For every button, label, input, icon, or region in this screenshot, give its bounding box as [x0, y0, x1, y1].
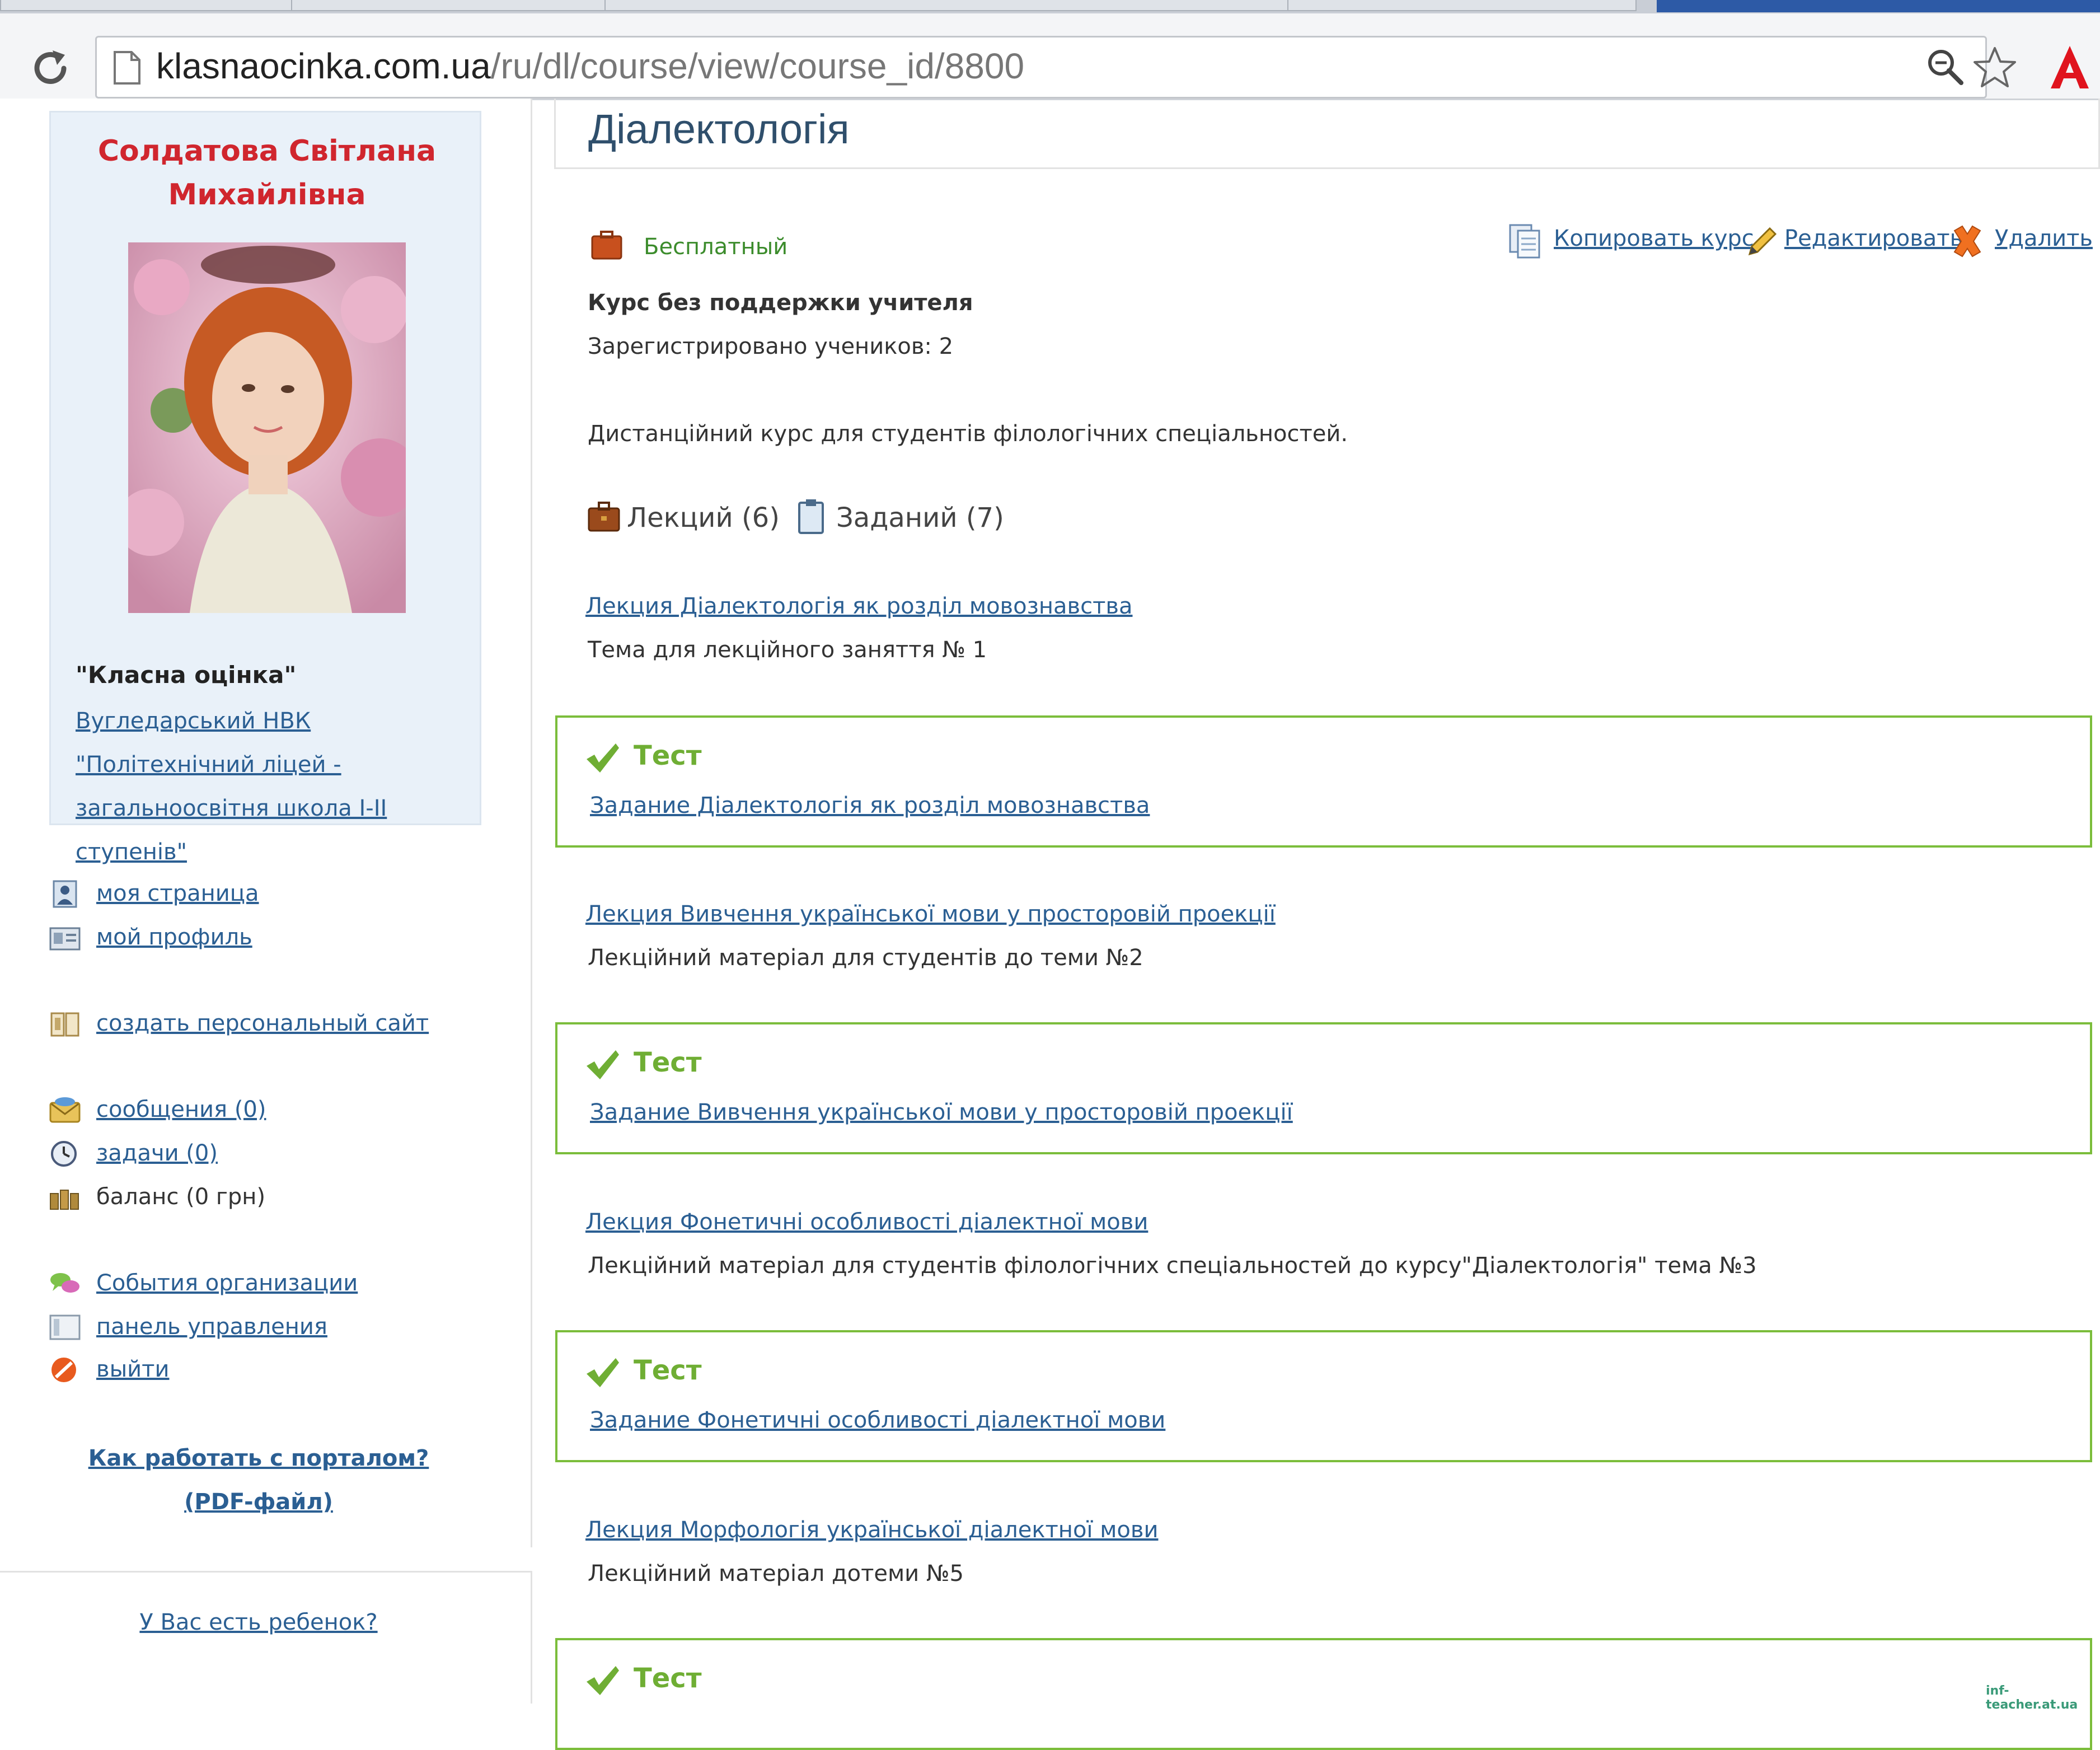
teacher-name-line2: Михайлівна — [168, 178, 366, 212]
browser-tab[interactable] — [291, 0, 607, 11]
menu-label-balance: баланс (0 грн) — [96, 1184, 266, 1210]
chat-bubbles-icon — [50, 1273, 79, 1293]
tab-strip — [0, 0, 2100, 13]
menu-label-tasks: задачи (0) — [96, 1140, 218, 1166]
lecture-link[interactable]: Лекция Вивчення української мови у прост… — [585, 901, 1276, 927]
test-card: Тест Задание Вивчення української мови у… — [555, 1022, 2092, 1154]
checkmark-icon — [587, 743, 619, 773]
pencil-icon — [1748, 227, 1777, 256]
browser-tab[interactable] — [1287, 0, 1637, 11]
browser-tab[interactable] — [0, 0, 293, 11]
profile-card-icon — [49, 927, 81, 951]
checkmark-icon — [587, 1666, 619, 1695]
delete-course-label: Удалить — [1995, 226, 2093, 251]
menu-label-org-events: События организации — [96, 1270, 358, 1296]
edit-course-label: Редактировать — [1784, 226, 1963, 251]
sidebar: Солдатова Світлана Михайлівна "Класна оц… — [0, 99, 532, 1547]
task-link[interactable]: Задание Фонетичні особливості діалектної… — [590, 1407, 1165, 1433]
zoom-out-icon[interactable] — [1925, 47, 1965, 86]
envelope-icon — [49, 1097, 81, 1123]
acrobat-extension-icon[interactable] — [2047, 44, 2092, 91]
checkmark-icon — [587, 1358, 619, 1387]
bookmark-star-icon[interactable] — [1972, 45, 2017, 90]
menu-label-my-profile: мой профиль — [96, 924, 252, 950]
browser-tab[interactable] — [604, 0, 1290, 11]
reload-icon[interactable] — [28, 46, 73, 91]
tasks-count-label: Заданий (7) — [836, 502, 1004, 534]
book-site-icon — [50, 1012, 79, 1037]
checkmark-icon — [587, 1050, 619, 1079]
clipboard-icon — [798, 499, 824, 534]
help-line2: (PDF-файл) — [184, 1489, 333, 1515]
course-type: Курс без поддержки учителя — [588, 290, 973, 316]
task-link[interactable]: Задание Вивчення української мови у прос… — [590, 1099, 1293, 1125]
copy-document-icon — [1509, 224, 1540, 259]
url-path: /ru/dl/course/view/course_id/8800 — [490, 46, 1025, 86]
teacher-photo — [128, 242, 406, 613]
copy-course-label: Копировать курс — [1554, 226, 1754, 251]
menu-label-control-panel: панель управления — [96, 1314, 327, 1340]
help-line1: Как работать с порталом? — [88, 1445, 429, 1471]
watermark: inf-teacher.at.ua — [1986, 1684, 2078, 1712]
delete-x-icon — [1953, 225, 1981, 258]
have-child-link[interactable]: У Вас есть ребенок? — [0, 1609, 517, 1635]
lecture-description: Лекційний матеріал для студентів до теми… — [588, 945, 1143, 971]
price-label: Бесплатный — [644, 234, 788, 260]
organization-title: "Класна оцінка" — [76, 661, 297, 689]
user-page-icon — [53, 880, 77, 908]
test-card: Тест Задание Діалектологія як розділ мов… — [555, 715, 2092, 848]
lecture-link[interactable]: Лекция Діалектологія як розділ мовознавс… — [585, 593, 1132, 619]
school-link[interactable]: Вугледарський НВК "Політехнічний ліцей -… — [76, 699, 462, 874]
lecture-description: Лекційний матеріал дотеми №5 — [588, 1561, 964, 1587]
menu-label-create-site: создать персональный сайт — [96, 1010, 429, 1036]
menu-label-messages: сообщения (0) — [96, 1097, 266, 1122]
briefcase-icon — [591, 231, 622, 260]
browser-toolbar: klasnaocinka.com.ua/ru/dl/course/view/co… — [0, 13, 2100, 100]
test-title: Тест — [634, 740, 702, 771]
test-card: Тест — [555, 1638, 2092, 1750]
lecture-link[interactable]: Лекция Морфологія української діалектної… — [585, 1517, 1158, 1543]
lecture-link[interactable]: Лекция Фонетичні особливості діалектної … — [585, 1209, 1148, 1235]
lectures-count-label: Лекций (6) — [627, 502, 780, 534]
course-description: Дистанційний курс для студентів філологі… — [588, 421, 1348, 447]
menu-label-my-page: моя страница — [96, 881, 259, 906]
panel-icon — [49, 1314, 81, 1340]
address-bar[interactable]: klasnaocinka.com.ua/ru/dl/course/view/co… — [95, 36, 1987, 99]
test-title: Тест — [634, 1663, 702, 1694]
test-card: Тест Задание Фонетичні особливості діале… — [555, 1330, 2092, 1462]
task-link[interactable]: Задание Діалектологія як розділ мовознав… — [590, 793, 1150, 818]
test-title: Тест — [634, 1355, 702, 1386]
balance-icon — [50, 1190, 79, 1210]
teacher-name-line1: Солдатова Світлана — [97, 134, 437, 168]
briefcase-icon — [588, 502, 620, 532]
profile-card: Солдатова Світлана Михайлівна "Класна оц… — [49, 111, 483, 865]
url-text[interactable]: klasnaocinka.com.ua/ru/dl/course/view/co… — [156, 45, 1024, 87]
course-title-bar: Діалектологія — [554, 99, 2100, 169]
help-pdf-link[interactable]: Как работать с порталом? (PDF-файл) — [0, 1437, 517, 1524]
lecture-description: Тема для лекційного заняття № 1 — [588, 637, 987, 663]
test-title: Тест — [634, 1047, 702, 1078]
lecture-description: Лекційний матеріал для студентів філолог… — [588, 1253, 1757, 1279]
child-promo-box: У Вас есть ребенок? — [0, 1571, 532, 1704]
page-title: Діалектологія — [588, 106, 850, 152]
page-icon — [114, 51, 140, 85]
logout-icon — [51, 1358, 76, 1382]
clock-icon — [51, 1141, 77, 1167]
url-host: klasnaocinka.com.ua — [156, 46, 491, 86]
active-tab[interactable] — [1657, 0, 2100, 12]
teacher-name: Солдатова Світлана Михайлівна — [51, 129, 483, 217]
menu-label-logout: выйти — [96, 1356, 170, 1382]
registered-students: Зарегистрировано учеников: 2 — [588, 334, 954, 359]
